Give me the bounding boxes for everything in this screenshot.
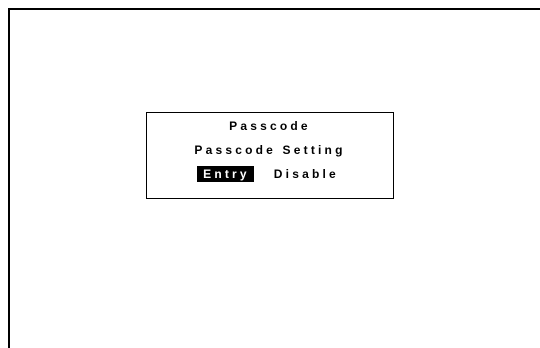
option-row: Entry Disable: [147, 166, 393, 182]
dialog-subtitle: Passcode Setting: [194, 143, 346, 157]
dialog-title: Passcode: [229, 119, 311, 133]
entry-option[interactable]: Entry: [197, 166, 254, 182]
passcode-dialog: Passcode Passcode Setting Entry Disable: [146, 112, 394, 199]
screen-frame: Passcode Passcode Setting Entry Disable: [8, 8, 540, 348]
disable-option[interactable]: Disable: [268, 166, 343, 182]
